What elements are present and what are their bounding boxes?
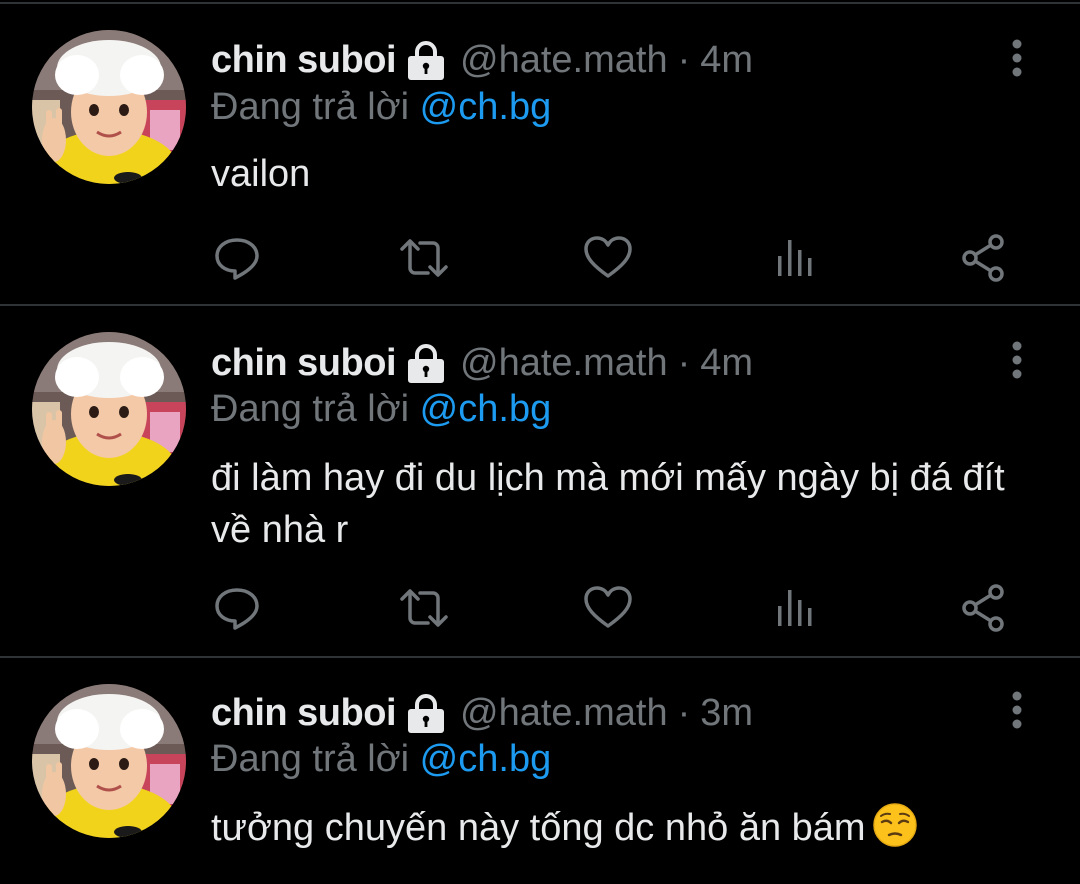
tweet-1[interactable]: chin suboi @hate.math · 4m Đang trả lời … bbox=[0, 0, 1080, 300]
avatar-image bbox=[32, 332, 186, 486]
reply-prefix: Đang trả lời bbox=[211, 86, 410, 128]
replying-to: Đang trả lời @ch.bg bbox=[211, 738, 551, 781]
separator-dot: · bbox=[677, 38, 691, 81]
tweet-header: chin suboi @hate.math · 3m bbox=[211, 688, 753, 738]
separator-dot: · bbox=[677, 341, 691, 384]
tweet-text-content: tưởng chuyến này tống dc nhỏ ăn bám bbox=[211, 807, 866, 849]
display-name[interactable]: chin suboi bbox=[211, 342, 397, 385]
reply-prefix: Đang trả lời bbox=[211, 738, 410, 780]
reply-mention-link[interactable]: @ch.bg bbox=[420, 86, 552, 128]
lock-icon bbox=[404, 343, 448, 383]
action-bar bbox=[0, 582, 1080, 634]
handle[interactable]: @hate.math bbox=[460, 342, 668, 385]
timestamp[interactable]: 3m bbox=[700, 692, 753, 735]
action-bar bbox=[0, 232, 1080, 284]
reply-icon[interactable] bbox=[211, 582, 263, 634]
lock-icon bbox=[404, 40, 448, 80]
analytics-icon[interactable] bbox=[770, 232, 822, 284]
share-icon[interactable] bbox=[958, 582, 1010, 634]
reply-prefix: Đang trả lời bbox=[211, 388, 410, 430]
separator-dot: · bbox=[677, 691, 691, 734]
timestamp[interactable]: 4m bbox=[700, 342, 753, 385]
tweet-3[interactable]: chin suboi @hate.math · 3m Đang trả lời … bbox=[0, 658, 1080, 884]
timestamp[interactable]: 4m bbox=[700, 39, 753, 82]
more-vertical-icon[interactable] bbox=[1002, 340, 1032, 380]
replying-to: Đang trả lời @ch.bg bbox=[211, 86, 551, 129]
more-vertical-icon[interactable] bbox=[1002, 38, 1032, 78]
heart-icon[interactable] bbox=[582, 582, 634, 634]
avatar[interactable] bbox=[32, 332, 186, 486]
tweet-header: chin suboi @hate.math · 4m bbox=[211, 35, 753, 85]
retweet-icon[interactable] bbox=[398, 232, 450, 284]
reply-mention-link[interactable]: @ch.bg bbox=[420, 388, 552, 430]
avatar[interactable] bbox=[32, 30, 186, 184]
retweet-icon[interactable] bbox=[398, 582, 450, 634]
analytics-icon[interactable] bbox=[770, 582, 822, 634]
avatar-image bbox=[32, 684, 186, 838]
pensive-face-emoji bbox=[872, 802, 918, 848]
share-icon[interactable] bbox=[958, 232, 1010, 284]
lock-icon bbox=[404, 693, 448, 733]
display-name[interactable]: chin suboi bbox=[211, 692, 397, 735]
reply-icon[interactable] bbox=[211, 232, 263, 284]
reply-mention-link[interactable]: @ch.bg bbox=[420, 738, 552, 780]
display-name[interactable]: chin suboi bbox=[211, 39, 397, 82]
more-vertical-icon[interactable] bbox=[1002, 690, 1032, 730]
tweet-header: chin suboi @hate.math · 4m bbox=[211, 338, 753, 388]
tweet-2[interactable]: chin suboi @hate.math · 4m Đang trả lời … bbox=[0, 306, 1080, 632]
handle[interactable]: @hate.math bbox=[460, 692, 668, 735]
avatar[interactable] bbox=[32, 684, 186, 838]
heart-icon[interactable] bbox=[582, 232, 634, 284]
handle[interactable]: @hate.math bbox=[460, 39, 668, 82]
tweet-text: tưởng chuyến này tống dc nhỏ ăn bám bbox=[211, 802, 1041, 854]
replying-to: Đang trả lời @ch.bg bbox=[211, 388, 551, 431]
tweet-text: đi làm hay đi du lịch mà mới mấy ngày bị… bbox=[211, 457, 1005, 551]
avatar-image bbox=[32, 30, 186, 184]
tweet-text: vailon bbox=[211, 153, 311, 195]
